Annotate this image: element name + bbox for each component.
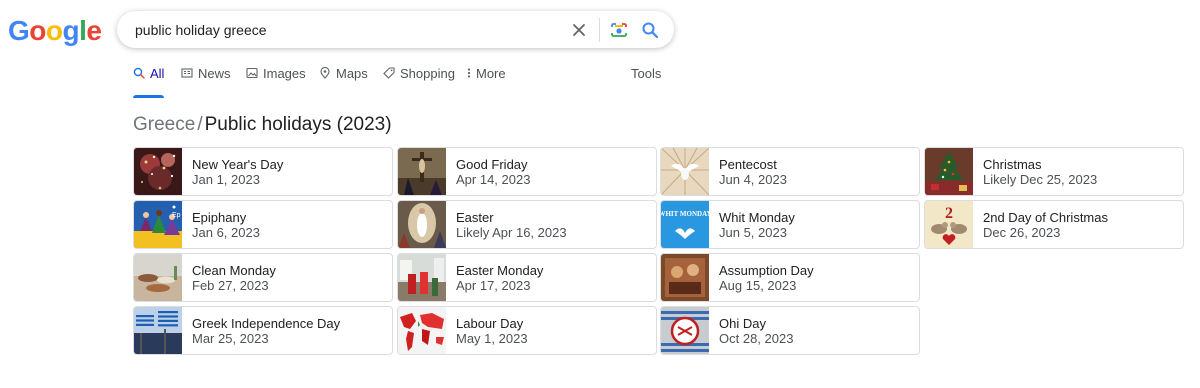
- search-box: [117, 11, 674, 50]
- holiday-card-epiphany[interactable]: Ep Epiphany Jan 6, 2023: [133, 200, 393, 249]
- greek-flags-thumbnail: [134, 307, 182, 354]
- holiday-name: Pentecost: [719, 157, 777, 172]
- tab-tools[interactable]: Tools: [631, 66, 661, 96]
- search-icon[interactable]: [640, 20, 660, 40]
- search-icon: [133, 67, 145, 79]
- holiday-name: Epiphany: [192, 210, 247, 225]
- breadcrumb-separator: /: [197, 114, 203, 135]
- tab-more[interactable]: More: [467, 66, 506, 96]
- holiday-date: Likely Apr 16, 2023: [456, 225, 567, 240]
- search-divider: [599, 18, 600, 42]
- holiday-card-good-friday[interactable]: Good Friday Apr 14, 2023: [397, 147, 657, 196]
- tab-label: More: [476, 66, 506, 81]
- more-dots-icon: [467, 68, 471, 78]
- logo-letter: o: [29, 15, 46, 46]
- holiday-date: Mar 25, 2023: [192, 331, 269, 346]
- holiday-card-easter-monday[interactable]: Easter Monday Apr 17, 2023: [397, 253, 657, 302]
- breadcrumb: Greece / Public holidays (2023): [133, 113, 392, 137]
- holiday-date: Dec 26, 2023: [983, 225, 1061, 240]
- dove-thumbnail: [661, 148, 709, 195]
- holiday-name: Ohi Day: [719, 316, 766, 331]
- map-pin-icon: [320, 67, 330, 79]
- tag-icon: [383, 67, 395, 79]
- holiday-name: Good Friday: [456, 157, 528, 172]
- holiday-name: Whit Monday: [719, 210, 795, 225]
- world-map-thumbnail: [398, 307, 446, 354]
- tab-label: Tools: [631, 66, 662, 81]
- holiday-card-easter[interactable]: Easter Likely Apr 16, 2023: [397, 200, 657, 249]
- thumb-text: 2: [945, 205, 953, 222]
- holiday-date: Jun 4, 2023: [719, 172, 787, 187]
- tab-news[interactable]: News: [181, 66, 231, 96]
- logo-letter: e: [86, 15, 102, 46]
- holiday-name: 2nd Day of Christmas: [983, 210, 1108, 225]
- holiday-name: Greek Independence Day: [192, 316, 341, 331]
- resurrection-thumbnail: [398, 201, 446, 248]
- tab-label: News: [198, 66, 231, 81]
- icon-painting-thumbnail: [661, 254, 709, 301]
- search-input[interactable]: [133, 11, 557, 50]
- holiday-name: Labour Day: [456, 316, 524, 331]
- holiday-name: New Year's Day: [192, 157, 284, 172]
- holiday-name: Assumption Day: [719, 263, 814, 278]
- tab-label: All: [150, 66, 165, 81]
- holiday-date: Jun 5, 2023: [719, 225, 787, 240]
- ohi-sign-thumbnail: [661, 307, 709, 354]
- holiday-date: Aug 15, 2023: [719, 278, 797, 293]
- holiday-name: Clean Monday: [192, 263, 276, 278]
- holiday-card-assumption-day[interactable]: Assumption Day Aug 15, 2023: [660, 253, 920, 302]
- logo-letter: g: [62, 15, 80, 46]
- google-logo[interactable]: Google: [8, 14, 102, 48]
- holiday-card-greek-independence-day[interactable]: Greek Independence Day Mar 25, 2023: [133, 306, 393, 355]
- holiday-card-2nd-day-of-christmas[interactable]: 2 2nd Day of Christmas Dec 26, 2023: [924, 200, 1184, 249]
- logo-letter: G: [8, 15, 30, 46]
- news-icon: [181, 68, 193, 78]
- holiday-card-clean-monday[interactable]: Clean Monday Feb 27, 2023: [133, 253, 393, 302]
- holiday-card-pentecost[interactable]: Pentecost Jun 4, 2023: [660, 147, 920, 196]
- fireworks-thumbnail: [134, 148, 182, 195]
- holiday-name: Easter Monday: [456, 263, 544, 278]
- procession-thumbnail: [398, 254, 446, 301]
- holiday-name: Easter: [456, 210, 494, 225]
- logo-letter: o: [45, 15, 63, 46]
- holiday-card-whit-monday[interactable]: WHIT MONDAY Whit Monday Jun 5, 2023: [660, 200, 920, 249]
- table-food-thumbnail: [134, 254, 182, 301]
- holiday-date: May 1, 2023: [456, 331, 528, 346]
- holiday-date: Jan 6, 2023: [192, 225, 260, 240]
- three-kings-thumbnail: Ep: [134, 201, 182, 248]
- holiday-date: Feb 27, 2023: [192, 278, 269, 293]
- thumb-text: WHIT MONDAY: [661, 210, 709, 218]
- holiday-card-ohi-day[interactable]: Ohi Day Oct 28, 2023: [660, 306, 920, 355]
- whit-monday-thumbnail: WHIT MONDAY: [661, 201, 709, 248]
- holiday-date: Apr 17, 2023: [456, 278, 531, 293]
- tab-label: Maps: [336, 66, 368, 81]
- turtle-doves-thumbnail: 2: [925, 201, 973, 248]
- camera-icon[interactable]: [609, 20, 629, 40]
- holiday-date: Likely Dec 25, 2023: [983, 172, 1098, 187]
- tab-images[interactable]: Images: [246, 66, 306, 96]
- breadcrumb-parent-link[interactable]: Greece: [133, 114, 195, 135]
- holiday-card-new-years-day[interactable]: New Year's Day Jan 1, 2023: [133, 147, 393, 196]
- holiday-card-labour-day[interactable]: Labour Day May 1, 2023: [397, 306, 657, 355]
- logo-letter: l: [79, 15, 87, 46]
- svg-text:Ep: Ep: [172, 212, 181, 219]
- crucifixion-thumbnail: [398, 148, 446, 195]
- tab-maps[interactable]: Maps: [319, 66, 368, 96]
- page-title: Public holidays (2023): [204, 114, 392, 135]
- holiday-card-christmas[interactable]: Christmas Likely Dec 25, 2023: [924, 147, 1184, 196]
- holiday-name: Christmas: [983, 157, 1042, 172]
- holiday-date: Apr 14, 2023: [456, 172, 531, 187]
- tab-shopping[interactable]: Shopping: [383, 66, 455, 96]
- christmas-tree-thumbnail: [925, 148, 973, 195]
- holiday-date: Jan 1, 2023: [192, 172, 260, 187]
- holiday-date: Oct 28, 2023: [719, 331, 794, 346]
- tab-label: Images: [263, 66, 306, 81]
- tab-label: Shopping: [400, 66, 455, 81]
- image-icon: [246, 67, 258, 79]
- tab-all[interactable]: All: [133, 66, 165, 98]
- clear-icon[interactable]: [569, 20, 589, 40]
